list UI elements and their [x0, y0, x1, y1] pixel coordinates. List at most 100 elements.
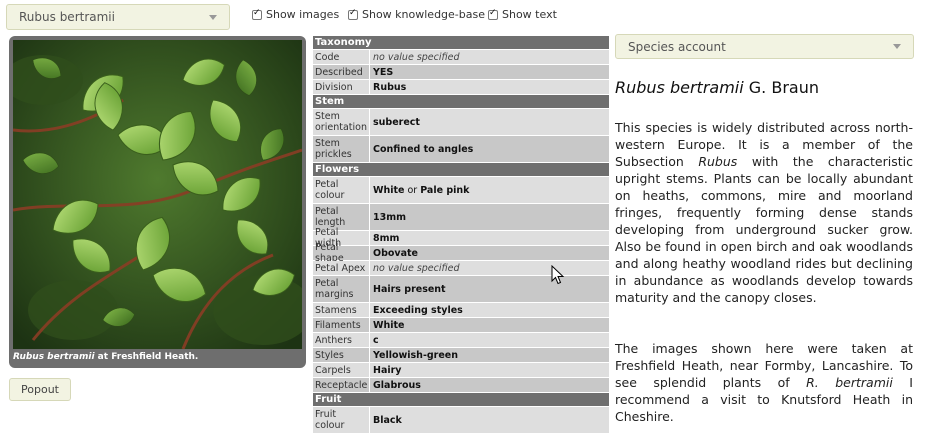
kb-value: Hairy	[370, 363, 609, 377]
kb-key: Receptacle	[313, 378, 370, 392]
kb-value-or: or	[407, 184, 418, 196]
account-p2-italic: R. bertramii	[806, 375, 893, 390]
kb-row: Stamens Exceeding styles	[313, 303, 609, 318]
kb-row: Petal shape Obovate	[313, 242, 609, 264]
checkbox-checked-icon[interactable]	[252, 8, 262, 20]
image-caption: Rubus bertramii at Freshfield Heath.	[13, 352, 198, 362]
kb-key: Carpels	[313, 363, 370, 377]
kb-row: Petal colour White or Pale pink	[313, 177, 609, 204]
kb-value: Yellowish-green	[370, 348, 609, 362]
kb-row: Division Rubus	[313, 80, 609, 95]
kb-value: 13mm	[370, 204, 609, 230]
kb-value-text: Glabrous	[373, 379, 421, 391]
checkbox-checked-icon[interactable]	[488, 8, 498, 20]
kb-key: Described	[313, 65, 370, 79]
kb-key: Stem prickles	[313, 136, 370, 162]
caption-species: Rubus bertramii	[13, 352, 95, 362]
kb-section-header: Fruit	[313, 393, 609, 407]
kb-section-header: Stem	[313, 95, 609, 109]
popout-button[interactable]: Popout	[9, 378, 71, 401]
kb-value-text: Hairy	[373, 364, 402, 376]
kb-value-text: YES	[373, 66, 394, 78]
species-photo[interactable]	[13, 40, 302, 349]
account-select[interactable]: Species account	[615, 34, 914, 59]
kb-value: Glabrous	[370, 378, 609, 392]
kb-value-text: Obovate	[373, 247, 418, 259]
kb-row: Carpels Hairy	[313, 363, 609, 378]
kb-key: Petal Apex	[313, 261, 370, 275]
account-title: Rubus bertramii G. Braun	[615, 78, 819, 97]
show-kb-label: Show knowledge-base	[362, 8, 485, 21]
kb-value: c	[370, 333, 609, 347]
account-select-value: Species account	[628, 39, 726, 54]
account-p1-italic: Rubus	[698, 154, 738, 169]
kb-key: Anthers	[313, 333, 370, 347]
kb-section-header: Flowers	[313, 163, 609, 177]
kb-value-text: White	[373, 319, 405, 331]
species-select[interactable]: Rubus bertramii	[6, 4, 230, 30]
kb-value: no value specified	[370, 261, 609, 275]
kb-key: Code	[313, 50, 370, 64]
kb-value: Obovate	[370, 246, 609, 260]
kb-row: Anthers c	[313, 333, 609, 348]
account-title-author: G. Braun	[743, 78, 819, 97]
show-text-checkbox[interactable]: Show text	[488, 8, 557, 21]
kb-value: Hairs present	[370, 276, 609, 302]
kb-row: Fruit colour Black	[313, 407, 609, 434]
kb-row: Code no value specified	[313, 50, 609, 65]
kb-value: no value specified	[370, 50, 609, 64]
image-panel: Rubus bertramii at Freshfield Heath.	[9, 36, 306, 368]
kb-value-text: suberect	[373, 116, 420, 128]
kb-value-text: no value specified	[373, 262, 460, 274]
show-images-checkbox[interactable]: Show images	[252, 8, 339, 21]
species-select-value: Rubus bertramii	[19, 10, 115, 24]
kb-key: Styles	[313, 348, 370, 362]
kb-value-text: 13mm	[373, 211, 407, 223]
app-root: Rubus bertramii Show images Show knowled…	[0, 0, 926, 438]
kb-value: 8mm	[370, 231, 609, 245]
kb-row: Styles Yellowish-green	[313, 348, 609, 363]
kb-key: Petal margins	[313, 276, 370, 302]
kb-value-text: no value specified	[373, 51, 460, 63]
kb-value: YES	[370, 65, 609, 79]
show-kb-checkbox[interactable]: Show knowledge-base	[348, 8, 485, 21]
kb-value-text: 8mm	[373, 232, 400, 244]
kb-key: Stamens	[313, 303, 370, 317]
kb-value: suberect	[370, 109, 609, 135]
kb-value-text: Confined to angles	[373, 143, 474, 155]
kb-key: Division	[313, 80, 370, 94]
kb-value-text: Black	[373, 414, 402, 426]
chevron-down-icon	[209, 14, 217, 20]
kb-value: Exceeding styles	[370, 303, 609, 317]
show-text-label: Show text	[502, 8, 557, 21]
account-paragraph-2: The images shown here were taken at Fres…	[615, 340, 913, 425]
kb-value: Confined to angles	[370, 136, 609, 162]
knowledge-base-table: Taxonomy Code no value specified Described Y…	[313, 36, 609, 438]
account-paragraph-1: This species is widely distributed acros…	[615, 119, 913, 306]
chevron-down-icon	[893, 44, 901, 49]
kb-value-text: White	[373, 184, 405, 196]
kb-row: Stem orientation suberect	[313, 109, 609, 136]
kb-value-text: c	[373, 334, 379, 346]
show-images-label: Show images	[266, 8, 340, 21]
kb-value-text: Exceeding styles	[373, 304, 463, 316]
kb-row: Stem prickles Confined to angles	[313, 136, 609, 163]
kb-key: Stem orientation	[313, 109, 370, 135]
kb-row: Receptacle Glabrous	[313, 378, 609, 393]
kb-value: Rubus	[370, 80, 609, 94]
kb-key: Petal colour	[313, 177, 370, 203]
kb-section-header: Taxonomy	[313, 36, 609, 50]
account-title-species: Rubus bertramii	[615, 78, 744, 97]
checkbox-checked-icon[interactable]	[348, 8, 358, 20]
kb-value-text: Yellowish-green	[373, 349, 459, 361]
kb-value-text: Hairs present	[373, 283, 446, 295]
kb-row: Described YES	[313, 65, 609, 80]
kb-key: Petal shape	[313, 242, 370, 264]
caption-location: at Freshfield Heath.	[94, 352, 199, 362]
kb-value-text: Rubus	[373, 81, 407, 93]
kb-key: Fruit colour	[313, 407, 370, 433]
kb-value-text-2: Pale pink	[420, 184, 470, 196]
kb-row: Filaments White	[313, 318, 609, 333]
account-p1-text-2: with the characteristic upright stems. P…	[615, 154, 913, 305]
bramble-photo-illustration	[13, 40, 302, 349]
